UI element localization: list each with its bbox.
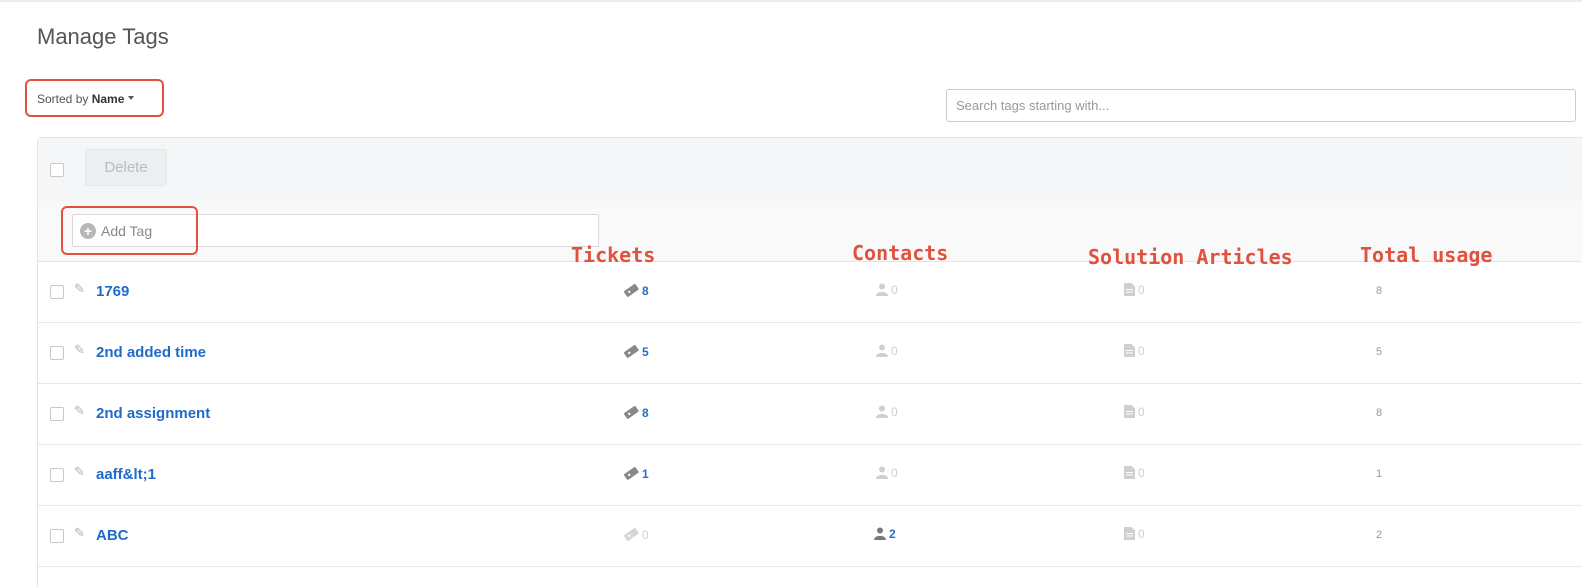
articles-value: 0: [1138, 283, 1145, 297]
row-checkbox[interactable]: [50, 529, 64, 543]
document-icon: [1124, 466, 1135, 479]
table-row: ✎ 1769 8 0 0 8: [38, 261, 1582, 323]
ticket-icon: [623, 466, 639, 480]
tag-name-link[interactable]: aaff&lt;1: [96, 466, 156, 483]
ticket-icon: [623, 344, 639, 358]
articles-count: 0: [1124, 527, 1145, 541]
tickets-value: 5: [642, 345, 649, 359]
select-all-checkbox[interactable]: [50, 163, 64, 177]
ticket-icon: [623, 405, 639, 419]
document-icon: [1124, 344, 1135, 357]
articles-count: 0: [1124, 344, 1145, 358]
contacts-value: 0: [891, 344, 898, 358]
tickets-value: 8: [642, 284, 649, 298]
total-usage: 1: [1376, 468, 1383, 480]
top-divider: [0, 0, 1582, 2]
contacts-value: 0: [891, 283, 898, 297]
articles-value: 0: [1138, 527, 1145, 541]
document-icon: [1124, 405, 1135, 418]
tag-name-link[interactable]: 2nd added time: [96, 344, 206, 361]
articles-count: 0: [1124, 466, 1145, 480]
row-checkbox[interactable]: [50, 346, 64, 360]
tag-name-link[interactable]: 2nd assignment: [96, 405, 210, 422]
document-icon: [1124, 527, 1135, 540]
caret-down-icon: [128, 96, 135, 100]
tickets-count[interactable]: 5: [623, 344, 649, 359]
contacts-value: 0: [891, 405, 898, 419]
row-checkbox[interactable]: [50, 407, 64, 421]
table-row: ✎ ABC 0 2 0 2: [38, 505, 1582, 567]
ticket-icon: [623, 283, 639, 297]
pencil-icon[interactable]: ✎: [74, 342, 85, 358]
table-row: ✎ aaff&lt;1 1 0 0 1: [38, 444, 1582, 506]
row-checkbox[interactable]: [50, 468, 64, 482]
articles-count: 0: [1124, 283, 1145, 297]
tickets-value: 0: [642, 528, 649, 542]
add-tag-row: + Add Tag: [38, 201, 1582, 262]
person-icon: [876, 466, 888, 479]
person-icon: [876, 405, 888, 418]
row-checkbox[interactable]: [50, 285, 64, 299]
contacts-count: 0: [876, 466, 898, 480]
total-usage: 8: [1376, 407, 1383, 419]
page-title: Manage Tags: [37, 24, 169, 49]
annotation-tickets: Tickets: [571, 243, 656, 267]
articles-count: 0: [1124, 405, 1145, 419]
tickets-value: 8: [642, 406, 649, 420]
tickets-count[interactable]: 8: [623, 405, 649, 420]
contacts-value: 0: [891, 466, 898, 480]
tickets-count: 0: [623, 527, 649, 542]
bulk-toolbar: Delete: [38, 138, 1582, 202]
delete-button[interactable]: Delete: [85, 149, 167, 186]
total-usage: 2: [1376, 529, 1383, 541]
contacts-value: 2: [889, 527, 896, 541]
pencil-icon[interactable]: ✎: [74, 464, 85, 480]
sort-dropdown[interactable]: Sorted by Name: [25, 79, 164, 117]
person-icon: [876, 283, 888, 296]
pencil-icon[interactable]: ✎: [74, 525, 85, 541]
sort-prefix: Sorted by: [37, 92, 89, 106]
total-usage: 5: [1376, 346, 1383, 358]
add-tag-placeholder: Add Tag: [101, 223, 153, 239]
total-usage: 8: [1376, 285, 1383, 297]
contacts-count: 0: [876, 405, 898, 419]
contacts-count: 0: [876, 283, 898, 297]
annotation-solution-articles: Solution Articles: [1088, 245, 1293, 269]
tickets-count[interactable]: 8: [623, 283, 649, 298]
tickets-count[interactable]: 1: [623, 466, 649, 481]
search-input[interactable]: [946, 89, 1576, 122]
pencil-icon[interactable]: ✎: [74, 403, 85, 419]
articles-value: 0: [1138, 466, 1145, 480]
contacts-count: 0: [876, 344, 898, 358]
person-icon: [874, 527, 886, 540]
plus-circle-icon: +: [80, 223, 96, 239]
sort-value: Name: [91, 92, 125, 106]
contacts-count[interactable]: 2: [874, 527, 896, 541]
annotation-contacts: Contacts: [852, 241, 949, 265]
tickets-value: 1: [642, 467, 649, 481]
table-row: ✎ 2nd added time 5 0 0 5: [38, 322, 1582, 384]
articles-value: 0: [1138, 344, 1145, 358]
tag-name-link[interactable]: 1769: [96, 283, 129, 300]
tag-name-link[interactable]: ABC: [96, 527, 129, 544]
add-tag-input[interactable]: + Add Tag: [72, 214, 599, 247]
document-icon: [1124, 283, 1135, 296]
person-icon: [876, 344, 888, 357]
tags-panel: Delete + Add Tag ✎ 1769 8 0 0 8 ✎ 2nd ad…: [37, 137, 1582, 587]
annotation-total-usage: Total usage: [1360, 243, 1493, 267]
ticket-icon: [623, 527, 639, 541]
pencil-icon[interactable]: ✎: [74, 281, 85, 297]
articles-value: 0: [1138, 405, 1145, 419]
table-row: ✎ 2nd assignment 8 0 0 8: [38, 383, 1582, 445]
